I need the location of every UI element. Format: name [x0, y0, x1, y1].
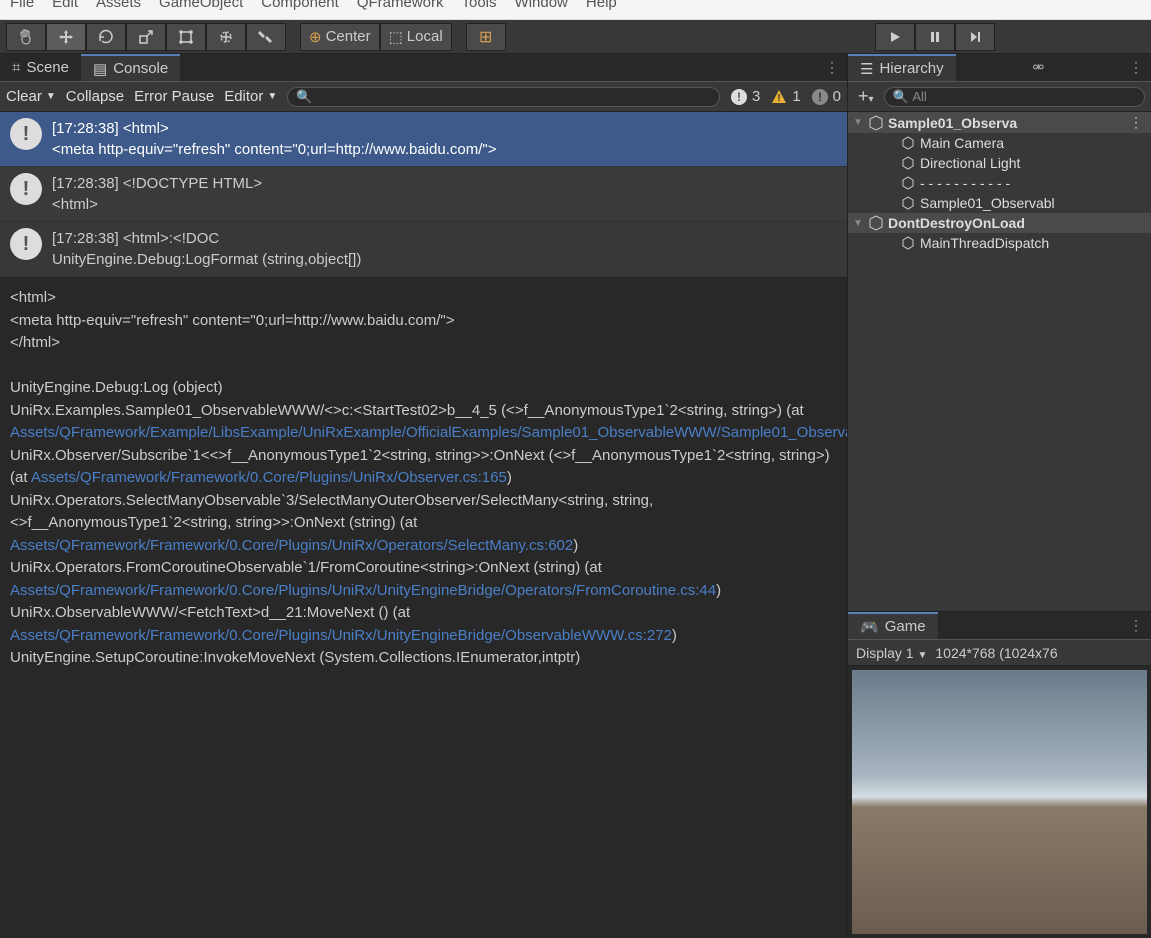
stacktrace-link[interactable]: Assets/QFramework/Framework/0.Core/Plugi…	[10, 537, 573, 554]
rect-tool-button[interactable]	[166, 23, 206, 51]
editor-dropdown[interactable]: Editor▼	[224, 88, 277, 105]
search-icon: 🔍	[296, 89, 312, 105]
svg-text:!: !	[778, 93, 781, 104]
menu-component[interactable]: Component	[261, 0, 339, 11]
scene-root[interactable]: ▼ DontDestroyOnLoad	[848, 213, 1151, 233]
hierarchy-tree: ▼ Sample01_Observa ⋮ Main Camera Directi…	[848, 112, 1151, 611]
stacktrace-link[interactable]: Assets/QFramework/Framework/0.Core/Plugi…	[31, 469, 507, 486]
gameobject-icon	[900, 235, 916, 251]
svg-text:!: !	[818, 90, 822, 104]
info-count[interactable]: ! 3	[730, 88, 760, 106]
hierarchy-item[interactable]: MainThreadDispatch	[848, 233, 1151, 253]
gameobject-icon	[900, 155, 916, 171]
menu-window[interactable]: Window	[515, 0, 568, 11]
menu-qframework[interactable]: QFramework	[357, 0, 444, 11]
svg-text:!: !	[737, 90, 741, 104]
tab-game[interactable]: 🎮Game	[848, 612, 938, 639]
context-icon[interactable]: ⋮	[1129, 114, 1147, 131]
gameobject-icon	[900, 175, 916, 191]
stacktrace-link[interactable]: Assets/QFramework/Example/LibsExample/Un…	[10, 424, 847, 441]
snap-button[interactable]: ⊞	[466, 23, 506, 51]
hierarchy-item[interactable]: Main Camera	[848, 133, 1151, 153]
clear-button[interactable]: Clear▼	[6, 88, 56, 105]
error-pause-button[interactable]: Error Pause	[134, 88, 214, 105]
unity-icon	[868, 115, 884, 131]
hierarchy-tabs: ☰Hierarchy ⚮ ⋮	[848, 54, 1151, 82]
search-icon: 🔍	[893, 89, 909, 105]
pivot-toggle[interactable]: ⊕Center	[300, 23, 380, 51]
display-dropdown[interactable]: Display 1 ▼	[856, 645, 927, 661]
hierarchy-toolbar: +▾ 🔍 All	[848, 82, 1151, 112]
game-icon: 🎮	[860, 618, 879, 636]
menu-tools[interactable]: Tools	[462, 0, 497, 11]
hierarchy-item[interactable]: Directional Light	[848, 153, 1151, 173]
console-search-input[interactable]: 🔍	[287, 87, 720, 107]
menu-gameobject[interactable]: GameObject	[159, 0, 243, 11]
pause-button[interactable]	[915, 23, 955, 51]
game-view[interactable]	[852, 670, 1147, 934]
toolbar: ⊕Center ⬚Local ⊞	[0, 20, 1151, 54]
lock-icon[interactable]: ⚮	[1024, 59, 1052, 76]
custom-tool-button[interactable]	[246, 23, 286, 51]
warn-count[interactable]: ! 1	[770, 88, 800, 106]
menu-assets[interactable]: Assets	[96, 0, 141, 11]
menu-help[interactable]: Help	[586, 0, 617, 11]
log-item[interactable]: ! [17:28:38] <html><meta http-equiv="ref…	[0, 112, 847, 167]
collapse-button[interactable]: Collapse	[66, 88, 124, 105]
log-item[interactable]: ! [17:28:38] <!DOCTYPE HTML><html>	[0, 167, 847, 222]
hierarchy-item[interactable]: - - - - - - - - - - -	[848, 173, 1151, 193]
tab-hierarchy[interactable]: ☰Hierarchy	[848, 54, 956, 81]
resolution-dropdown[interactable]: 1024*768 (1024x76	[935, 645, 1057, 661]
info-icon: !	[10, 118, 42, 150]
tab-console[interactable]: ▤Console	[81, 54, 180, 81]
menu-bar: File Edit Assets GameObject Component QF…	[0, 0, 1151, 20]
console-log-list: ! [17:28:38] <html><meta http-equiv="ref…	[0, 112, 847, 277]
rotate-tool-button[interactable]	[86, 23, 126, 51]
gameobject-icon	[900, 135, 916, 151]
game-tabs: 🎮Game ⋮	[848, 612, 1151, 640]
center-icon: ⊕	[309, 28, 322, 46]
left-panel-tabs: ⌗Scene ▤Console ⋮	[0, 54, 847, 82]
unity-icon	[868, 215, 884, 231]
console-icon: ▤	[93, 60, 107, 78]
stacktrace-link[interactable]: Assets/QFramework/Framework/0.Core/Plugi…	[10, 582, 716, 599]
console-detail-pane[interactable]: <html> <meta http-equiv="refresh" conten…	[0, 277, 847, 938]
hierarchy-icon: ☰	[860, 60, 873, 78]
info-icon: !	[10, 173, 42, 205]
move-tool-button[interactable]	[46, 23, 86, 51]
menu-file[interactable]: File	[10, 0, 34, 11]
transform-tool-button[interactable]	[206, 23, 246, 51]
scene-icon: ⌗	[12, 59, 20, 76]
menu-edit[interactable]: Edit	[52, 0, 78, 11]
step-button[interactable]	[955, 23, 995, 51]
game-toolbar: Display 1 ▼ 1024*768 (1024x76	[848, 640, 1151, 666]
expand-arrow-icon[interactable]: ▼	[852, 218, 864, 229]
rotation-toggle[interactable]: ⬚Local	[380, 23, 452, 51]
tab-context-menu[interactable]: ⋮	[817, 59, 847, 76]
play-button[interactable]	[875, 23, 915, 51]
gameobject-icon	[900, 195, 916, 211]
error-count[interactable]: ! 0	[811, 88, 841, 106]
console-toolbar: Clear▼ Collapse Error Pause Editor▼ 🔍 ! …	[0, 82, 847, 112]
info-icon: !	[10, 228, 42, 260]
hand-tool-button[interactable]	[6, 23, 46, 51]
scene-root[interactable]: ▼ Sample01_Observa ⋮	[848, 112, 1151, 133]
hierarchy-search-input[interactable]: 🔍 All	[884, 87, 1145, 107]
stacktrace-link[interactable]: Assets/QFramework/Framework/0.Core/Plugi…	[10, 627, 672, 644]
tab-scene[interactable]: ⌗Scene	[0, 54, 81, 81]
tab-context-menu[interactable]: ⋮	[1121, 59, 1151, 76]
local-icon: ⬚	[389, 28, 403, 46]
hierarchy-item[interactable]: Sample01_Observabl	[848, 193, 1151, 213]
tab-context-menu[interactable]: ⋮	[1121, 617, 1151, 634]
scale-tool-button[interactable]	[126, 23, 166, 51]
log-item[interactable]: ! [17:28:38] <html>:<!DOCUnityEngine.Deb…	[0, 222, 847, 277]
create-button[interactable]: +▾	[854, 86, 878, 107]
expand-arrow-icon[interactable]: ▼	[852, 117, 864, 128]
